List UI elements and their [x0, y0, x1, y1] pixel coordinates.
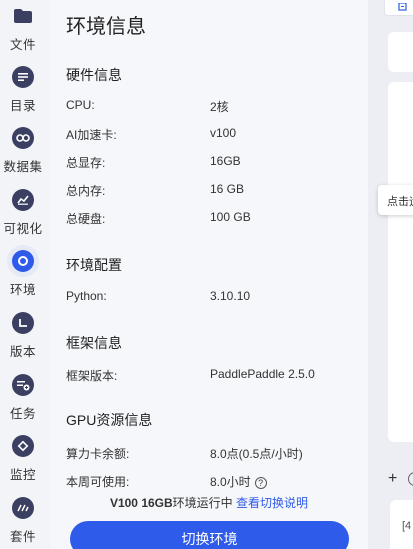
- weekly-available-value: 8.0小时: [210, 475, 251, 489]
- sidebar-item-label: 文件: [9, 38, 36, 52]
- sidebar-item-dataset[interactable]: 数据集: [0, 127, 46, 175]
- toolbar-button[interactable]: [384, 0, 413, 16]
- environment-panel: 环境信息 硬件信息 CPU: 2核 AI加速卡: v100 总显存: 16GB …: [50, 0, 368, 549]
- list-icon: [12, 66, 34, 88]
- hardware-vram-label: 总显存:: [66, 156, 106, 170]
- switch-instructions-link[interactable]: 查看切换说明: [236, 496, 308, 510]
- sidebar-item-environment[interactable]: 环境: [0, 250, 46, 298]
- sidebar-item-label: 数据集: [3, 160, 43, 174]
- environment-status: V100 16GB环境运行中 查看切换说明: [50, 494, 368, 511]
- suite-icon: [12, 497, 34, 519]
- sidebar-item-outline[interactable]: 目录: [0, 66, 46, 114]
- sidebar-item-label: 可视化: [3, 222, 43, 236]
- hardware-vram-value: 16GB: [210, 154, 241, 168]
- sidebar-item-label: 套件: [9, 530, 36, 544]
- gpu-section-title: GPU资源信息: [66, 412, 153, 428]
- sidebar-item-files[interactable]: 文件: [0, 5, 46, 53]
- environment-icon: [12, 250, 34, 272]
- sidebar-item-label: 任务: [9, 407, 36, 421]
- page-title: 环境信息: [66, 16, 146, 38]
- framework-version-label: 框架版本:: [66, 369, 118, 383]
- monitor-icon: [12, 435, 34, 457]
- sidebar-item-monitor[interactable]: 监控: [0, 435, 46, 483]
- framework-version-value: PaddlePaddle 2.5.0: [210, 367, 315, 381]
- sidebar-rail: 文件 目录 数据集 可视化 环境 版本 任务 监控 套件: [0, 0, 46, 549]
- env-config-section-title: 环境配置: [66, 257, 122, 273]
- weekly-available-value-wrap: 8.0小时?: [210, 473, 267, 490]
- sidebar-item-label: 监控: [9, 468, 36, 482]
- hardware-disk-label: 总硬盘:: [66, 212, 106, 226]
- dataset-icon: [12, 127, 34, 149]
- hardware-cpu-label: CPU:: [66, 98, 95, 112]
- status-circle-icon: [408, 472, 413, 486]
- hardware-cpu-value: 2核: [210, 100, 229, 114]
- switch-environment-button[interactable]: 切换环境: [70, 521, 349, 549]
- sidebar-item-visualization[interactable]: 可视化: [0, 189, 46, 237]
- compute-balance-value: 8.0点(0.5点/小时): [210, 447, 303, 461]
- sidebar-item-label: 版本: [9, 345, 36, 359]
- compute-balance-label: 算力卡余额:: [66, 447, 130, 461]
- environment-running-text: 环境运行中: [172, 496, 233, 510]
- sidebar-item-task[interactable]: 任务: [0, 374, 46, 422]
- cell-index: [4: [402, 520, 412, 532]
- sidebar-item-suite[interactable]: 套件: [0, 497, 46, 545]
- version-icon: [12, 312, 34, 334]
- notebook-area: 点击运 + [4: [368, 0, 413, 549]
- hardware-memory-value: 16 GB: [210, 182, 245, 196]
- sidebar-item-label: 目录: [9, 99, 36, 113]
- python-value: 3.10.10: [210, 289, 251, 303]
- doc-icon: [398, 3, 407, 11]
- help-icon[interactable]: ?: [254, 476, 267, 489]
- cell-card[interactable]: [388, 32, 413, 72]
- weekly-available-label: 本周可使用:: [66, 475, 130, 489]
- folder-icon: [12, 5, 34, 27]
- sidebar-item-label: 环境: [9, 283, 36, 297]
- hardware-accelerator-label: AI加速卡:: [66, 128, 117, 142]
- hardware-accelerator-value: v100: [210, 126, 237, 140]
- code-cell[interactable]: [4: [390, 500, 413, 549]
- run-tooltip: 点击运: [378, 185, 413, 215]
- hardware-memory-label: 总内存:: [66, 184, 106, 198]
- cell-card[interactable]: [388, 82, 413, 442]
- sidebar-item-version[interactable]: 版本: [0, 312, 46, 360]
- hardware-disk-value: 100 GB: [210, 210, 251, 224]
- python-label: Python:: [66, 289, 107, 303]
- add-cell-icon[interactable]: +: [388, 470, 397, 488]
- framework-section-title: 框架信息: [66, 335, 122, 351]
- task-icon: [12, 374, 34, 396]
- chart-icon: [12, 189, 34, 211]
- hardware-section-title: 硬件信息: [66, 67, 122, 83]
- environment-spec: V100 16GB: [109, 496, 173, 510]
